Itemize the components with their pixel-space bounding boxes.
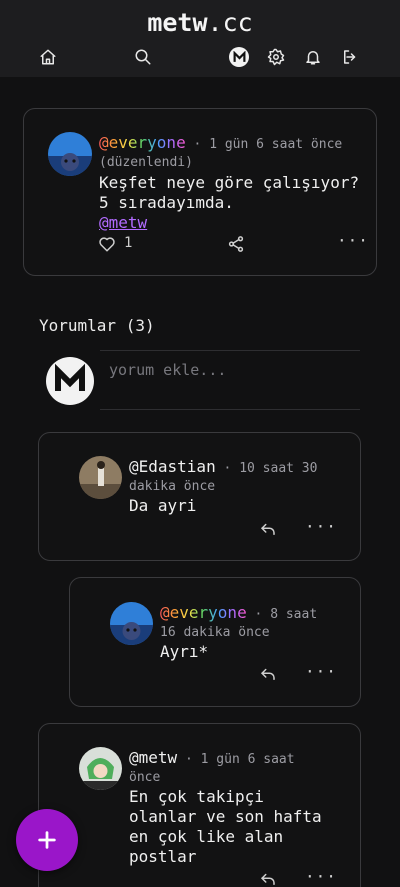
post-card: @everyone · 1 gün 6 saat önce (düzenlend… <box>23 108 377 276</box>
comment-text-line3: en çok like alan <box>129 827 284 846</box>
post-text-line1: Keşfet neye göre çalışıyor? <box>99 173 360 192</box>
avatar[interactable] <box>79 747 122 790</box>
search-icon[interactable] <box>133 47 153 67</box>
heart-icon[interactable] <box>98 235 116 253</box>
comment-card: @everyone · 8 saat 16 dakika önce Ayrı* … <box>69 577 361 707</box>
comment-time: 1 gün 6 saat <box>200 752 295 767</box>
comment-username[interactable]: @Edastian <box>129 457 216 476</box>
reply-icon[interactable] <box>259 870 277 887</box>
more-icon[interactable]: ··· <box>337 231 369 250</box>
top-bar: metw.cc <box>0 0 400 77</box>
comment-text-line4: postlar <box>129 847 197 866</box>
comment-text-line1: En çok takipçi <box>129 787 264 806</box>
comment-time-cont: önce <box>129 770 161 785</box>
post-edited-label: (düzenlendi) <box>99 155 193 170</box>
comment-time: 8 saat <box>270 607 318 622</box>
post-username[interactable]: @everyone <box>99 133 186 152</box>
comment-card: @metw · 1 gün 6 saat önce En çok takipçi… <box>38 723 361 887</box>
new-post-button[interactable] <box>16 809 78 871</box>
comment-time-cont: 16 dakika önce <box>160 625 270 640</box>
comment-text: Ayrı* <box>160 642 209 661</box>
comment-time-cont: dakika önce <box>129 479 216 494</box>
more-icon[interactable]: ··· <box>305 517 337 536</box>
post-text-line2: 5 sıradayımda. <box>99 193 234 212</box>
comments-title: Yorumlar (3) <box>39 316 155 335</box>
post-mention-link[interactable]: @metw <box>99 213 147 233</box>
plus-icon <box>38 831 56 849</box>
post-time: 1 gün 6 saat önce <box>209 137 343 152</box>
reply-icon[interactable] <box>259 665 277 683</box>
avatar[interactable] <box>110 602 153 645</box>
bell-icon[interactable] <box>303 47 323 67</box>
comment-input-placeholder: yorum ekle... <box>109 361 227 379</box>
comment-text: Da ayri <box>129 496 197 515</box>
comment-text-line2: olanlar ve son hafta <box>129 807 322 826</box>
share-icon[interactable] <box>227 235 245 253</box>
avatar[interactable] <box>48 132 92 176</box>
like-count: 1 <box>124 235 133 251</box>
comment-input[interactable]: yorum ekle... <box>100 350 360 410</box>
avatar[interactable] <box>79 456 122 499</box>
comment-time: 10 saat 30 <box>239 461 318 476</box>
comment-username[interactable]: @metw <box>129 748 177 767</box>
comment-card: @Edastian · 10 saat 30 dakika önce Da ay… <box>38 432 361 561</box>
comment-username[interactable]: @everyone <box>160 603 247 622</box>
home-icon[interactable] <box>38 47 58 67</box>
more-icon[interactable]: ··· <box>305 867 337 886</box>
reply-icon[interactable] <box>259 520 277 538</box>
metw-logo-icon[interactable] <box>229 47 249 67</box>
logout-icon[interactable] <box>340 47 360 67</box>
more-icon[interactable]: ··· <box>305 662 337 681</box>
site-logo[interactable]: metw.cc <box>0 8 400 37</box>
settings-icon[interactable] <box>266 47 286 67</box>
current-user-avatar <box>46 357 94 405</box>
